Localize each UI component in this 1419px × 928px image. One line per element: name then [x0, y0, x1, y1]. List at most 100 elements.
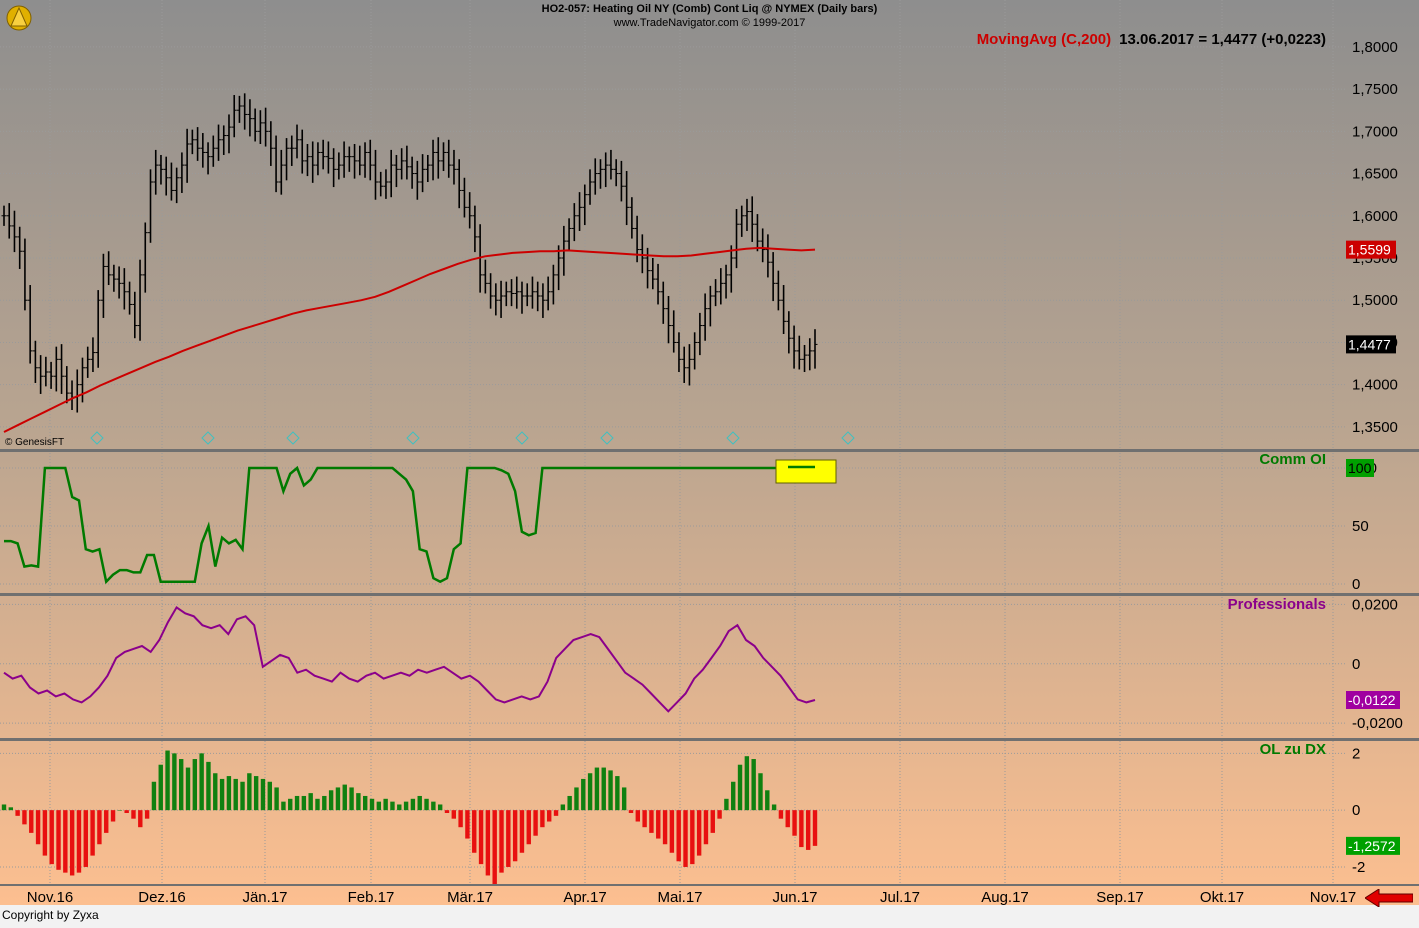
logo-icon[interactable]: [3, 2, 35, 34]
histogram-bar: [227, 776, 231, 810]
histogram-bar: [799, 810, 803, 847]
histogram-bar: [656, 810, 660, 838]
histogram-bar: [97, 810, 101, 844]
histogram-bar: [370, 799, 374, 810]
professionals-title: Professionals: [1228, 596, 1326, 613]
histogram-bar: [649, 810, 653, 833]
y-tick-label: 0,0200: [1352, 596, 1398, 613]
histogram-bar: [274, 787, 278, 810]
histogram-bar: [77, 810, 81, 872]
histogram-bar: [179, 759, 183, 810]
histogram-bar: [206, 762, 210, 810]
panel-separator: [0, 738, 1419, 741]
histogram-bar: [261, 779, 265, 810]
histogram-bar: [36, 810, 40, 844]
histogram-bar: [336, 787, 340, 810]
histogram-bar: [479, 810, 483, 864]
histogram-bar: [670, 810, 674, 853]
y-tick-label: 0: [1352, 802, 1360, 819]
histogram-bar: [349, 787, 353, 810]
histogram-bar: [124, 810, 128, 813]
histogram-bar: [268, 782, 272, 810]
histogram-bar: [751, 759, 755, 810]
histogram-bar: [724, 799, 728, 810]
histogram-bar: [786, 810, 790, 827]
histogram-bar: [418, 796, 422, 810]
last-price-label: 1,4477: [1348, 336, 1391, 352]
histogram-bar: [527, 810, 531, 844]
histogram-bar: [492, 810, 496, 884]
panel-separator: [0, 449, 1419, 452]
histogram-bar: [118, 810, 122, 811]
copyright-text: Copyright by Zyxa: [2, 908, 99, 922]
histogram-bar: [758, 773, 762, 810]
ol-zu-dx-title: OL zu DX: [1260, 741, 1326, 758]
histogram-bar: [745, 756, 749, 810]
histogram-bar: [424, 799, 428, 810]
x-tick-label: Aug.17: [981, 889, 1029, 906]
histogram-bar: [145, 810, 149, 819]
histogram-bar: [704, 810, 708, 844]
histogram-bar: [520, 810, 524, 853]
histogram-bar: [22, 810, 26, 824]
histogram-bar: [683, 810, 687, 867]
x-tick-label: Apr.17: [563, 889, 606, 906]
histogram-bar: [445, 810, 449, 813]
histogram-bar: [806, 810, 810, 850]
histogram-bar: [193, 759, 197, 810]
histogram-bar: [220, 779, 224, 810]
histogram-bar: [772, 804, 776, 810]
histogram-bar: [663, 810, 667, 844]
histogram-bar: [731, 782, 735, 810]
histogram-bar: [131, 810, 135, 819]
y-tick-label: 1,6000: [1352, 208, 1398, 225]
y-tick-label: 1,7000: [1352, 123, 1398, 140]
histogram-bar: [567, 796, 571, 810]
y-tick-label: 2: [1352, 745, 1360, 762]
histogram-bar: [138, 810, 142, 827]
watermark-text: © GenesisFT: [5, 437, 64, 448]
histogram-bar: [540, 810, 544, 827]
histogram-bar: [629, 810, 633, 813]
histogram-bar: [84, 810, 88, 867]
histogram-bar: [29, 810, 33, 833]
histogram-bar: [152, 782, 156, 810]
histogram-bar: [356, 793, 360, 810]
histogram-bar: [186, 768, 190, 811]
x-tick-label: Mär.17: [447, 889, 493, 906]
histogram-bar: [595, 768, 599, 811]
professionals-last-label: -0,0122: [1348, 692, 1396, 708]
histogram-bar: [63, 810, 67, 872]
histogram-bar: [43, 810, 47, 855]
histogram-bar: [588, 773, 592, 810]
x-tick-label: Jun.17: [772, 889, 817, 906]
histogram-bar: [622, 787, 626, 810]
y-tick-label: 1,5000: [1352, 292, 1398, 309]
histogram-bar: [247, 773, 251, 810]
histogram-bar: [213, 773, 217, 810]
histogram-bar: [111, 810, 115, 821]
histogram-bar: [199, 753, 203, 810]
histogram-bar: [676, 810, 680, 861]
histogram-bar: [15, 810, 19, 816]
y-tick-label: 1,4000: [1352, 377, 1398, 394]
chart-subtitle: www.TradeNavigator.com © 1999-2017: [0, 17, 1419, 29]
histogram-bar: [438, 804, 442, 810]
histogram-bar: [615, 776, 619, 810]
histogram-bar: [458, 810, 462, 827]
moving-average-value: 13.06.2017 = 1,4477 (+0,0223): [1119, 31, 1326, 48]
histogram-bar: [165, 751, 169, 811]
histogram-bar: [50, 810, 54, 864]
chart-canvas: 1,80001,75001,70001,65001,60001,55001,50…: [0, 0, 1419, 923]
histogram-bar: [377, 802, 381, 811]
scroll-right-arrow-icon[interactable]: [1365, 889, 1413, 907]
moving-average-name: MovingAvg (C,200): [977, 31, 1111, 48]
histogram-bar: [90, 810, 94, 855]
panel-separator: [0, 593, 1419, 596]
histogram-bar: [431, 802, 435, 811]
histogram-bar: [234, 779, 238, 810]
x-tick-label: Nov.16: [27, 889, 73, 906]
histogram-bar: [765, 790, 769, 810]
histogram-bar: [295, 796, 299, 810]
histogram-bar: [574, 787, 578, 810]
